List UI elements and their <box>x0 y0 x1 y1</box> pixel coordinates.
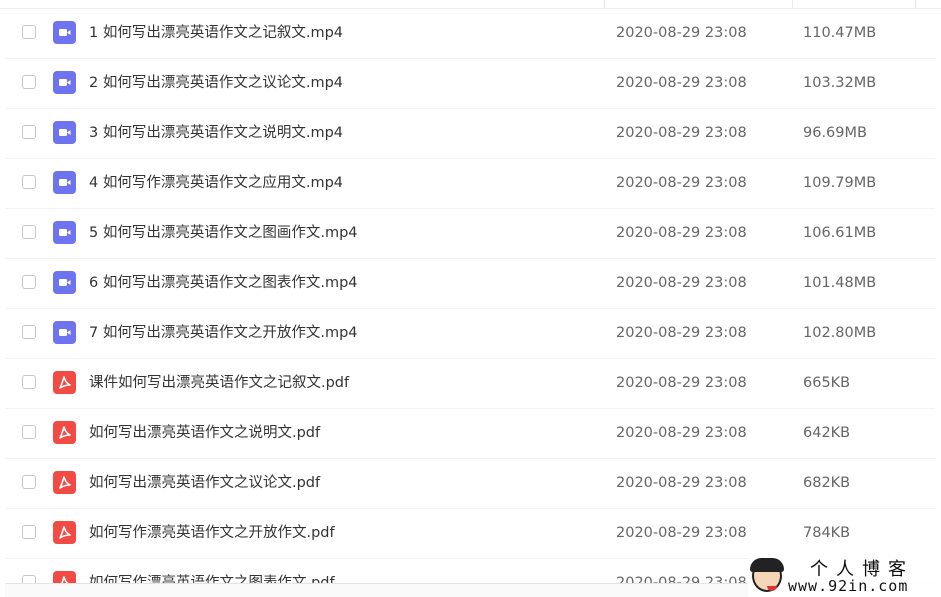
file-row[interactable]: 如何写出漂亮英语作文之说明文.pdf 2020-08-29 23:08 642KB <box>5 408 935 459</box>
file-size: 109.79MB <box>803 175 877 191</box>
file-list: 1 如何写出漂亮英语作文之记叙文.mp4 2020-08-29 23:08 110.… <box>0 0 941 597</box>
file-modified-date: 2020-08-29 23:08 <box>616 275 747 291</box>
video-file-icon <box>53 271 76 294</box>
file-modified-date: 2020-08-29 23:08 <box>616 225 747 241</box>
file-size: 665KB <box>803 375 851 391</box>
file-row[interactable]: 2 如何写出漂亮英语作文之议论文.mp4 2020-08-29 23:08 103.… <box>5 58 935 109</box>
pdf-file-icon <box>53 421 76 444</box>
watermark-url: www.92in.com <box>788 577 909 595</box>
file-name[interactable]: 1 如何写出漂亮英语作文之记叙文.mp4 <box>89 8 343 58</box>
file-row[interactable]: 3 如何写出漂亮英语作文之说明文.mp4 2020-08-29 23:08 96.6… <box>5 108 935 159</box>
column-divider[interactable] <box>792 0 793 8</box>
row-checkbox[interactable] <box>22 25 36 39</box>
file-size: 682KB <box>803 475 851 491</box>
file-modified-date: 2020-08-29 23:08 <box>616 25 747 41</box>
video-file-icon <box>53 321 76 344</box>
mouth <box>767 586 777 591</box>
video-file-icon <box>53 171 76 194</box>
row-checkbox[interactable] <box>22 525 36 539</box>
row-checkbox[interactable] <box>22 475 36 489</box>
file-modified-date: 2020-08-29 23:08 <box>616 475 747 491</box>
file-name[interactable]: 3 如何写出漂亮英语作文之说明文.mp4 <box>89 108 343 158</box>
file-row[interactable]: 4 如何写作漂亮英语作文之应用文.mp4 2020-08-29 23:08 109.… <box>5 158 935 209</box>
column-divider[interactable] <box>604 0 605 8</box>
video-file-icon <box>53 21 76 44</box>
file-row[interactable]: 5 如何写出漂亮英语作文之图画作文.mp4 2020-08-29 23:08 106… <box>5 208 935 259</box>
file-name[interactable]: 2 如何写出漂亮英语作文之议论文.mp4 <box>89 58 343 108</box>
file-row[interactable]: 7 如何写出漂亮英语作文之开放作文.mp4 2020-08-29 23:08 102… <box>5 308 935 359</box>
row-checkbox[interactable] <box>22 275 36 289</box>
video-file-icon <box>53 71 76 94</box>
file-row[interactable]: 如何写作漂亮英语作文之开放作文.pdf 2020-08-29 23:08 784KB <box>5 508 935 559</box>
file-name[interactable]: 课件如何写出漂亮英语作文之记叙文.pdf <box>89 358 349 408</box>
row-checkbox[interactable] <box>22 375 36 389</box>
file-name[interactable]: 6 如何写出漂亮英语作文之图表作文.mp4 <box>89 258 358 308</box>
file-size: 642KB <box>803 425 851 441</box>
file-name[interactable]: 如何写出漂亮英语作文之议论文.pdf <box>89 458 320 508</box>
file-modified-date: 2020-08-29 23:08 <box>616 125 747 141</box>
file-size: 784KB <box>803 525 851 541</box>
file-modified-date: 2020-08-29 23:08 <box>616 425 747 441</box>
file-modified-date: 2020-08-29 23:08 <box>616 175 747 191</box>
pdf-file-icon <box>53 471 76 494</box>
file-size: 103.32MB <box>803 75 877 91</box>
file-row[interactable]: 课件如何写出漂亮英语作文之记叙文.pdf 2020-08-29 23:08 665K… <box>5 358 935 409</box>
row-checkbox[interactable] <box>22 125 36 139</box>
row-checkbox[interactable] <box>22 75 36 89</box>
row-checkbox[interactable] <box>22 325 36 339</box>
file-name[interactable]: 如何写作漂亮英语作文之开放作文.pdf <box>89 508 335 558</box>
file-modified-date: 2020-08-29 23:08 <box>616 375 747 391</box>
file-modified-date: 2020-08-29 23:08 <box>616 525 747 541</box>
hair <box>750 558 784 572</box>
file-size: 102.80MB <box>803 325 877 341</box>
row-checkbox[interactable] <box>22 225 36 239</box>
file-row[interactable]: 6 如何写出漂亮英语作文之图表作文.mp4 2020-08-29 23:08 101… <box>5 258 935 309</box>
file-modified-date: 2020-08-29 23:08 <box>616 75 747 91</box>
file-row[interactable]: 如何写出漂亮英语作文之议论文.pdf 2020-08-29 23:08 682KB <box>5 458 935 509</box>
pdf-file-icon <box>53 371 76 394</box>
file-name[interactable]: 7 如何写出漂亮英语作文之开放作文.mp4 <box>89 308 358 358</box>
row-checkbox[interactable] <box>22 175 36 189</box>
file-size: 96.69MB <box>803 125 867 141</box>
video-file-icon <box>53 221 76 244</box>
pdf-file-icon <box>53 521 76 544</box>
file-name[interactable]: 如何写出漂亮英语作文之说明文.pdf <box>89 408 320 458</box>
file-modified-date: 2020-08-29 23:08 <box>616 325 747 341</box>
file-row[interactable]: 1 如何写出漂亮英语作文之记叙文.mp4 2020-08-29 23:08 110.… <box>5 8 935 59</box>
video-file-icon <box>53 121 76 144</box>
file-name[interactable]: 5 如何写出漂亮英语作文之图画作文.mp4 <box>89 208 358 258</box>
file-size: 110.47MB <box>803 25 877 41</box>
file-name[interactable]: 4 如何写作漂亮英语作文之应用文.mp4 <box>89 158 343 208</box>
file-size: 101.48MB <box>803 275 877 291</box>
row-checkbox[interactable] <box>22 425 36 439</box>
column-divider[interactable] <box>915 0 916 8</box>
file-size: 106.61MB <box>803 225 877 241</box>
watermark: 个人博客 www.92in.com <box>748 555 938 597</box>
